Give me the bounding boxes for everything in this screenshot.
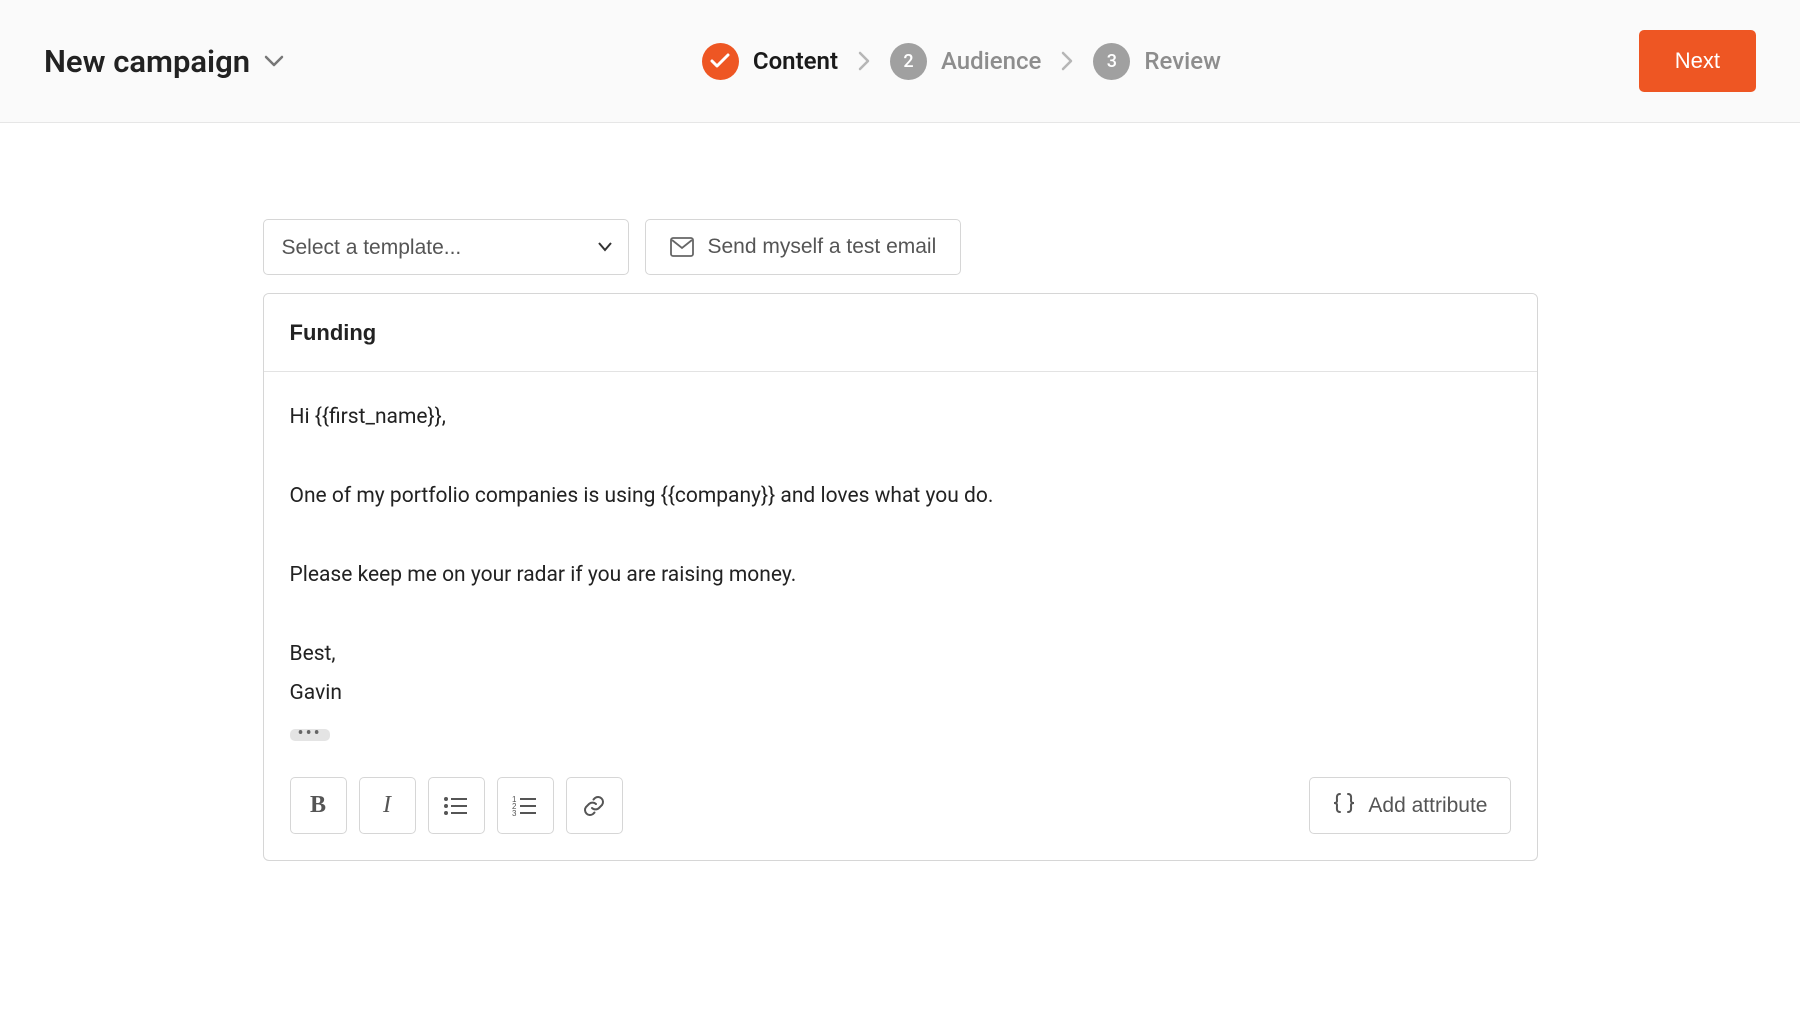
email-body-editor[interactable]: Hi {{first_name}}, One of my portfolio c…: [264, 372, 1537, 763]
italic-button[interactable]: I: [359, 777, 416, 834]
braces-icon: [1332, 792, 1356, 820]
step-number: 3: [1093, 43, 1130, 80]
wizard-steps: Content 2 Audience 3 Review: [284, 43, 1639, 80]
chevron-down-icon: [264, 54, 284, 68]
subject-input[interactable]: [264, 294, 1537, 372]
email-body-text: Hi {{first_name}}, One of my portfolio c…: [290, 405, 994, 705]
step-label: Content: [753, 47, 838, 75]
campaign-title: New campaign: [44, 43, 250, 80]
template-select[interactable]: Select a template...: [263, 219, 629, 275]
main-content: Select a template... Send myself a test …: [0, 123, 1800, 861]
email-editor: Hi {{first_name}}, One of my portfolio c…: [263, 293, 1538, 861]
step-number: 2: [890, 43, 927, 80]
check-icon: [702, 43, 739, 80]
ellipsis-icon: •••: [298, 730, 322, 738]
numbered-list-button[interactable]: 1 2 3: [497, 777, 554, 834]
chevron-right-icon: [858, 51, 870, 71]
link-button[interactable]: [566, 777, 623, 834]
bullet-list-button[interactable]: [428, 777, 485, 834]
svg-text:3: 3: [512, 809, 517, 817]
send-test-email-button[interactable]: Send myself a test email: [645, 219, 962, 275]
numbered-list-icon: 1 2 3: [512, 795, 538, 817]
bold-button[interactable]: B: [290, 777, 347, 834]
step-content[interactable]: Content: [702, 43, 838, 80]
next-button[interactable]: Next: [1639, 30, 1756, 92]
content-toolbar: Select a template... Send myself a test …: [263, 219, 1538, 275]
page-header: New campaign Content 2 Audience 3 Review…: [0, 0, 1800, 123]
editor-footer: B I 1: [264, 763, 1537, 860]
link-icon: [582, 794, 606, 818]
step-review[interactable]: 3 Review: [1093, 43, 1221, 80]
step-label: Review: [1144, 47, 1221, 75]
step-label: Audience: [941, 47, 1041, 75]
add-attribute-button[interactable]: Add attribute: [1309, 777, 1510, 834]
send-test-email-label: Send myself a test email: [708, 235, 937, 259]
chevron-right-icon: [1061, 51, 1073, 71]
campaign-title-group[interactable]: New campaign: [44, 43, 284, 80]
bullet-list-icon: [443, 795, 469, 817]
add-attribute-label: Add attribute: [1368, 794, 1487, 818]
step-audience[interactable]: 2 Audience: [890, 43, 1041, 80]
show-trimmed-content-button[interactable]: •••: [290, 729, 330, 741]
email-icon: [670, 237, 694, 257]
format-toolbar: B I 1: [290, 777, 623, 834]
